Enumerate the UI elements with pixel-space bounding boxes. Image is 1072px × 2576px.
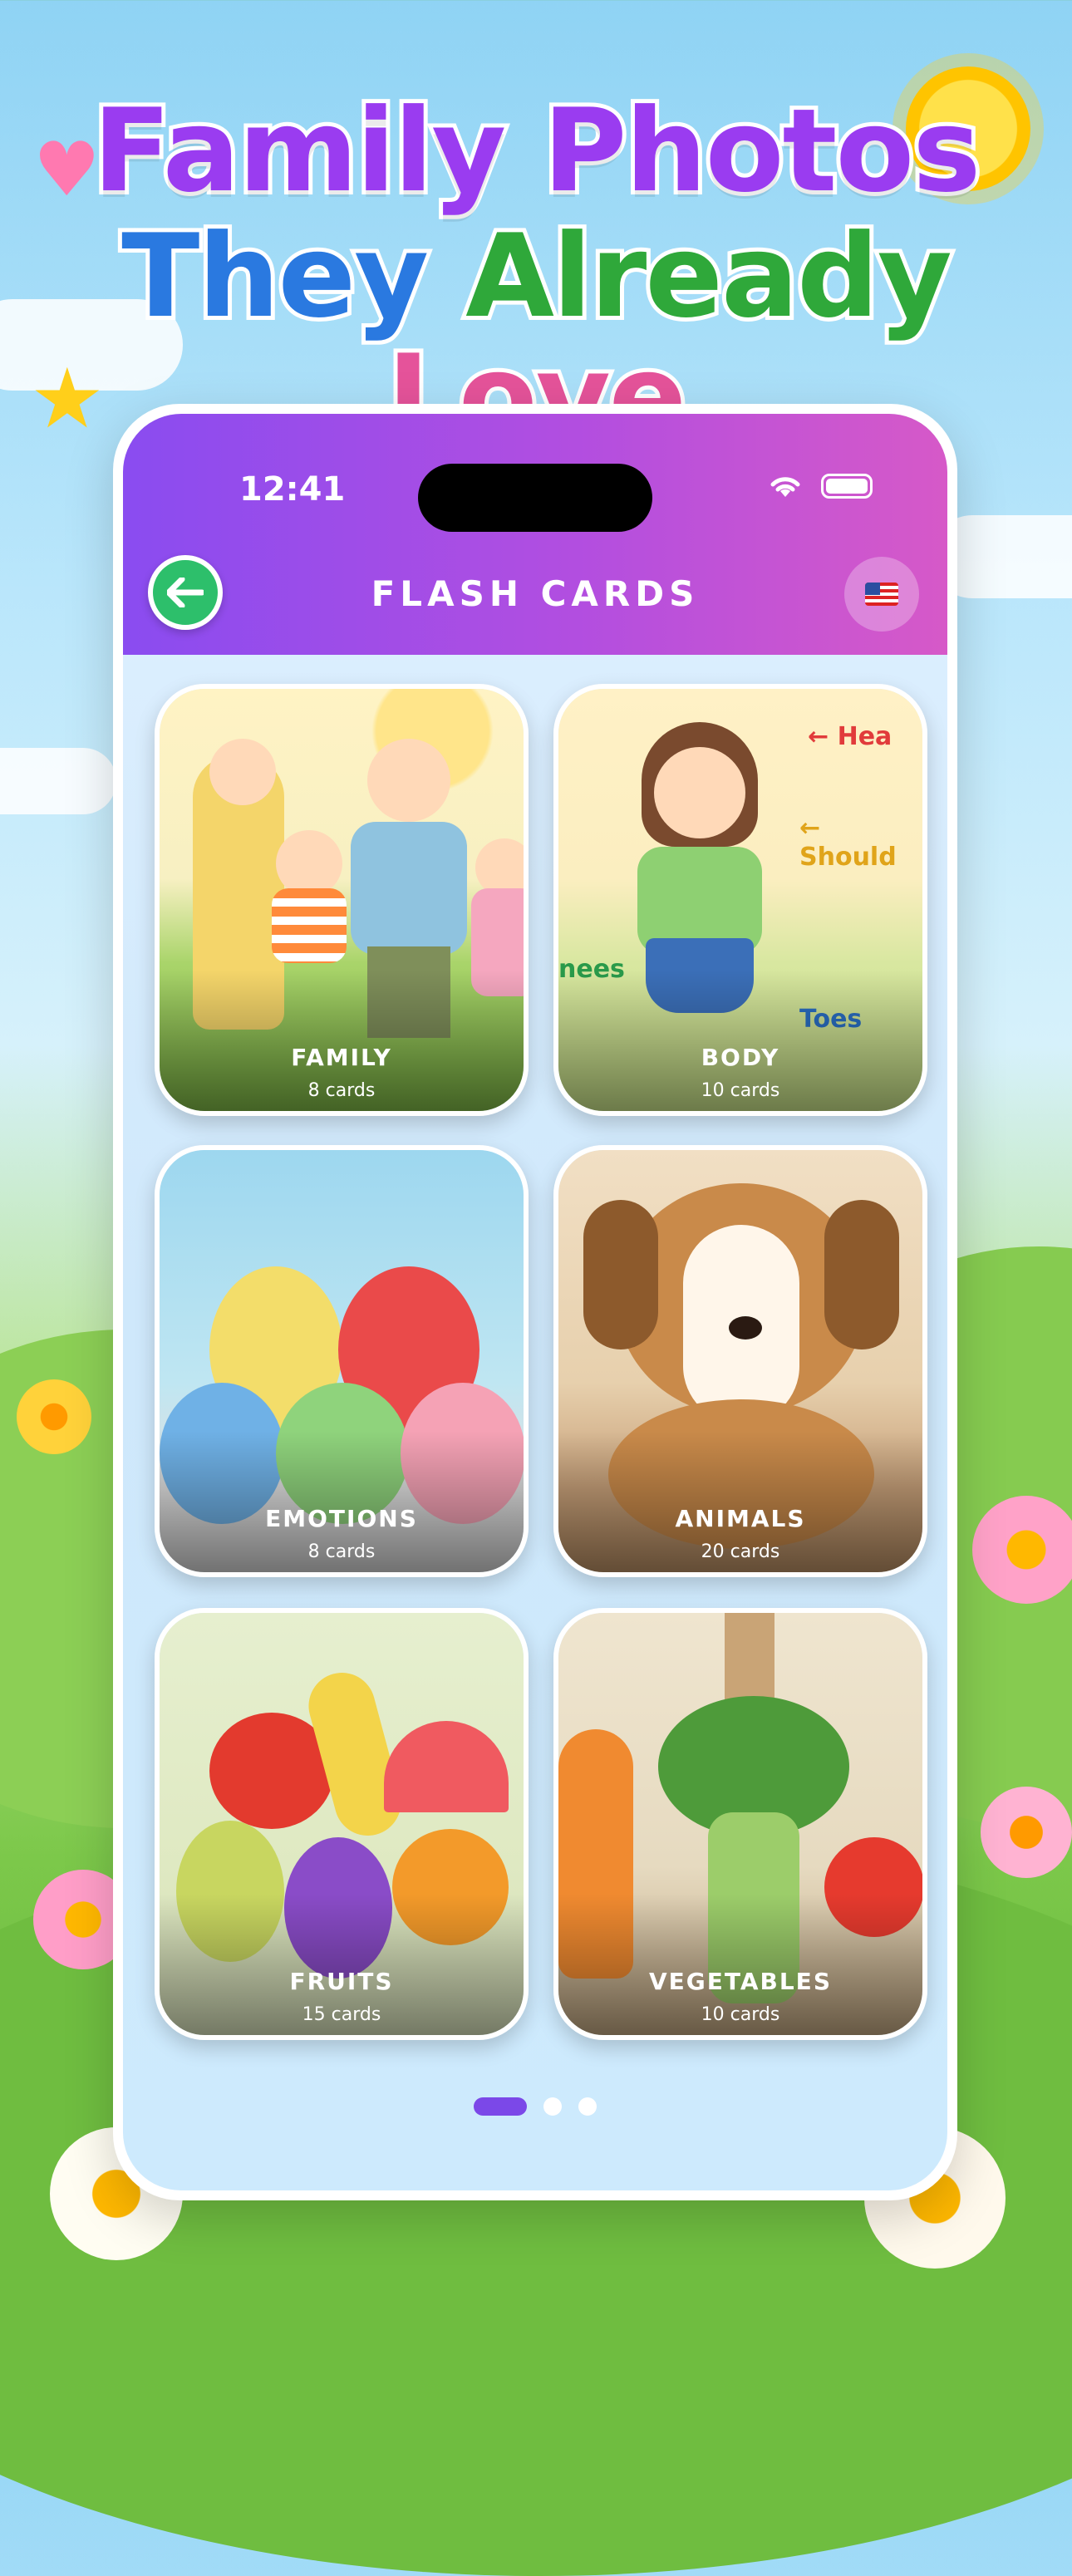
status-icons <box>766 472 873 500</box>
phone-mockup: 12:41 FLASH CARDS FAMILY 8 cards ← Hea ←… <box>113 404 957 2200</box>
card-title: ANIMALS <box>675 1505 806 1532</box>
headline: Family Photos They Already Love <box>0 84 1072 461</box>
card-animals[interactable]: ANIMALS 20 cards <box>553 1145 927 1577</box>
dynamic-island <box>418 464 652 532</box>
card-title: EMOTIONS <box>265 1505 418 1532</box>
card-count: 10 cards <box>701 1080 780 1101</box>
wifi-icon <box>770 477 800 497</box>
battery-icon <box>821 474 873 499</box>
nav-bar: FLASH CARDS <box>123 538 947 638</box>
card-count: 20 cards <box>701 1541 780 1562</box>
header-bar: 12:41 FLASH CARDS <box>123 414 947 655</box>
page-dot-3[interactable] <box>578 2097 597 2116</box>
card-fruits[interactable]: FRUITS 15 cards <box>155 1608 529 2040</box>
headline-word-already: Already <box>461 209 956 343</box>
card-body[interactable]: ← Hea ← Should Toes nees BODY 10 cards <box>553 684 927 1116</box>
card-title: FRUITS <box>289 1968 394 1995</box>
us-flag-icon <box>865 583 898 606</box>
card-count: 10 cards <box>701 2004 780 2025</box>
status-time: 12:41 <box>239 470 346 509</box>
card-count: 8 cards <box>307 1080 376 1101</box>
headline-word-they: They <box>117 209 433 343</box>
card-title: BODY <box>701 1044 780 1071</box>
headline-line-1: Family Photos <box>89 84 986 218</box>
card-count: 8 cards <box>307 1541 376 1562</box>
language-button[interactable] <box>844 557 919 632</box>
page-dot-1[interactable] <box>474 2097 527 2116</box>
card-title: FAMILY <box>291 1044 392 1071</box>
status-bar: 12:41 <box>123 464 947 532</box>
card-emotions[interactable]: EMOTIONS 8 cards <box>155 1145 529 1577</box>
card-count: 15 cards <box>302 2004 381 2025</box>
page-dot-2[interactable] <box>543 2097 562 2116</box>
card-title: VEGETABLES <box>649 1968 832 1995</box>
page-indicator <box>123 2097 947 2116</box>
card-vegetables[interactable]: VEGETABLES 10 cards <box>553 1608 927 2040</box>
app-screen: 12:41 FLASH CARDS FAMILY 8 cards ← Hea ←… <box>123 414 947 2190</box>
page-title: FLASH CARDS <box>371 573 700 614</box>
card-family[interactable]: FAMILY 8 cards <box>155 684 529 1116</box>
